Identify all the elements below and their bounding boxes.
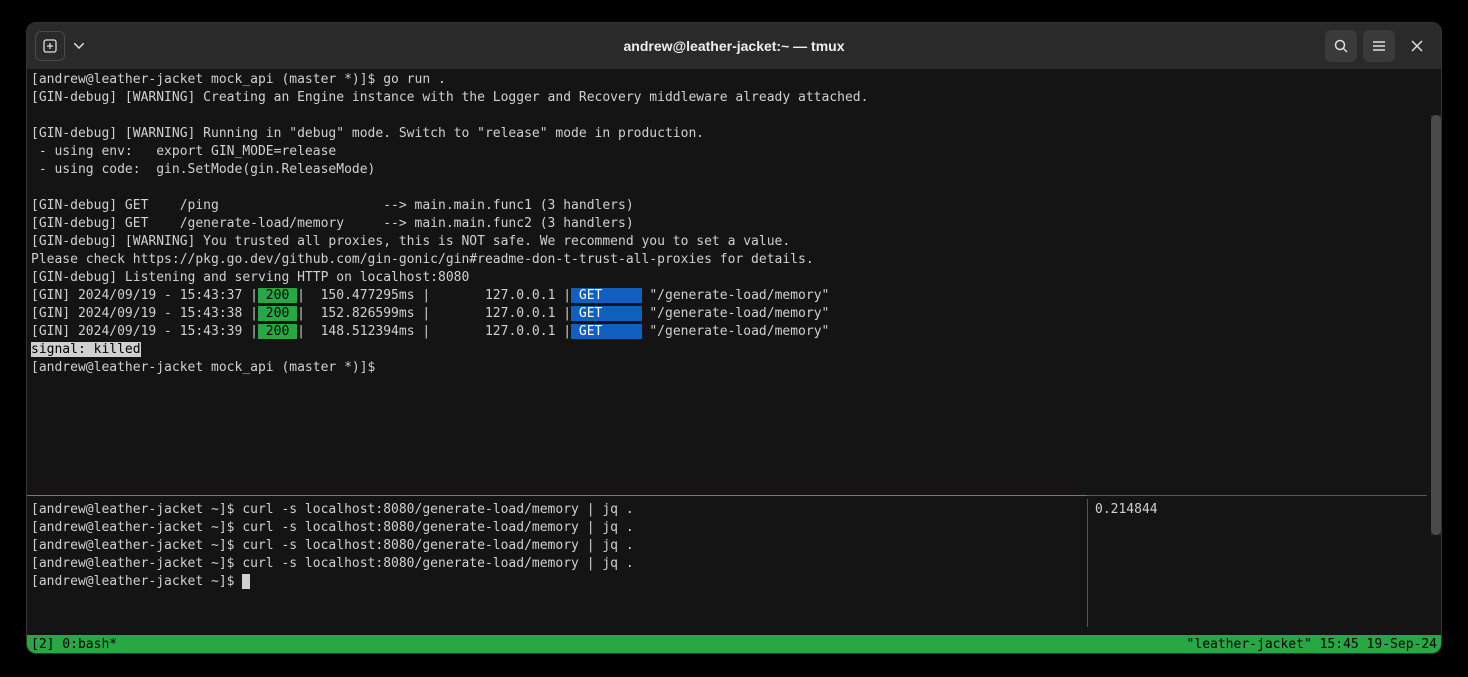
cursor xyxy=(242,574,250,589)
term-line: [GIN-debug] Listening and serving HTTP o… xyxy=(31,269,1423,287)
http-method: GET xyxy=(571,288,641,303)
term-line: [GIN-debug] GET /generate-load/memory --… xyxy=(31,215,1423,233)
term-line: [andrew@leather-jacket ~]$ curl -s local… xyxy=(31,501,1083,519)
term-line: [GIN-debug] [WARNING] Running in "debug"… xyxy=(31,125,1423,143)
window-title: andrew@leather-jacket:~ — tmux xyxy=(624,38,845,54)
term-line: [andrew@leather-jacket ~]$ curl -s local… xyxy=(31,555,1083,573)
http-method: GET xyxy=(571,324,641,339)
signal-line: signal: killed xyxy=(31,341,1423,359)
statusbar-session: [2] 0:bash* xyxy=(31,637,117,652)
terminal-window: andrew@leather-jacket:~ — tmux [andrew@l… xyxy=(26,22,1442,654)
tmux-pane-top[interactable]: [andrew@leather-jacket mock_api (master … xyxy=(27,69,1427,495)
term-line: [GIN-debug] GET /ping --> main.main.func… xyxy=(31,197,1423,215)
tmux-pane-bottom-right[interactable]: 0.214844 xyxy=(1091,499,1427,627)
term-line: [andrew@leather-jacket ~]$ curl -s local… xyxy=(31,519,1083,537)
term-line: [andrew@leather-jacket ~]$ curl -s local… xyxy=(31,537,1083,555)
search-icon xyxy=(1334,39,1348,53)
gin-request-line: [GIN] 2024/09/19 - 15:43:38 | 200 | 152.… xyxy=(31,305,1423,323)
term-line: Please check https://pkg.go.dev/github.c… xyxy=(31,251,1423,269)
scrollbar-thumb[interactable] xyxy=(1431,115,1441,535)
terminal-content: [andrew@leather-jacket mock_api (master … xyxy=(27,69,1441,653)
chevron-down-icon xyxy=(74,43,84,49)
hamburger-icon xyxy=(1372,39,1386,53)
term-line: [andrew@leather-jacket mock_api (master … xyxy=(31,71,1423,89)
titlebar: andrew@leather-jacket:~ — tmux xyxy=(27,23,1441,69)
shell-prompt: [andrew@leather-jacket mock_api (master … xyxy=(31,359,1423,377)
term-line xyxy=(31,107,1423,125)
term-line: [GIN-debug] [WARNING] Creating an Engine… xyxy=(31,89,1423,107)
gin-request-line: [GIN] 2024/09/19 - 15:43:37 | 200 | 150.… xyxy=(31,287,1423,305)
tmux-pane-bottom-left[interactable]: [andrew@leather-jacket ~]$ curl -s local… xyxy=(27,499,1087,627)
scrollbar[interactable] xyxy=(1431,115,1441,535)
term-line: - using code: gin.SetMode(gin.ReleaseMod… xyxy=(31,161,1423,179)
new-tab-button[interactable] xyxy=(35,31,65,61)
status-code: 200 xyxy=(258,324,297,339)
status-code: 200 xyxy=(258,288,297,303)
gin-request-line: [GIN] 2024/09/19 - 15:43:39 | 200 | 148.… xyxy=(31,323,1423,341)
statusbar-clock: "leather-jacket" 15:45 19-Sep-24 xyxy=(1187,637,1437,652)
tab-dropdown-button[interactable] xyxy=(69,31,89,61)
search-button[interactable] xyxy=(1325,30,1357,62)
output-value: 0.214844 xyxy=(1095,501,1423,519)
term-line: - using env: export GIN_MODE=release xyxy=(31,143,1423,161)
pane-divider-horizontal-active[interactable] xyxy=(27,495,1087,496)
menu-button[interactable] xyxy=(1363,30,1395,62)
term-line: [GIN-debug] [WARNING] You trusted all pr… xyxy=(31,233,1423,251)
close-button[interactable] xyxy=(1401,30,1433,62)
shell-prompt-active: [andrew@leather-jacket ~]$ xyxy=(31,573,1083,591)
close-icon xyxy=(1411,40,1423,52)
titlebar-left-controls xyxy=(35,31,89,61)
pane-divider-horizontal[interactable] xyxy=(1087,495,1427,496)
plus-icon xyxy=(43,39,57,53)
titlebar-right-controls xyxy=(1325,30,1433,62)
status-code: 200 xyxy=(258,306,297,321)
term-line xyxy=(31,179,1423,197)
tmux-statusbar: [2] 0:bash* "leather-jacket" 15:45 19-Se… xyxy=(27,635,1441,653)
pane-divider-vertical[interactable] xyxy=(1087,499,1088,627)
http-method: GET xyxy=(571,306,641,321)
